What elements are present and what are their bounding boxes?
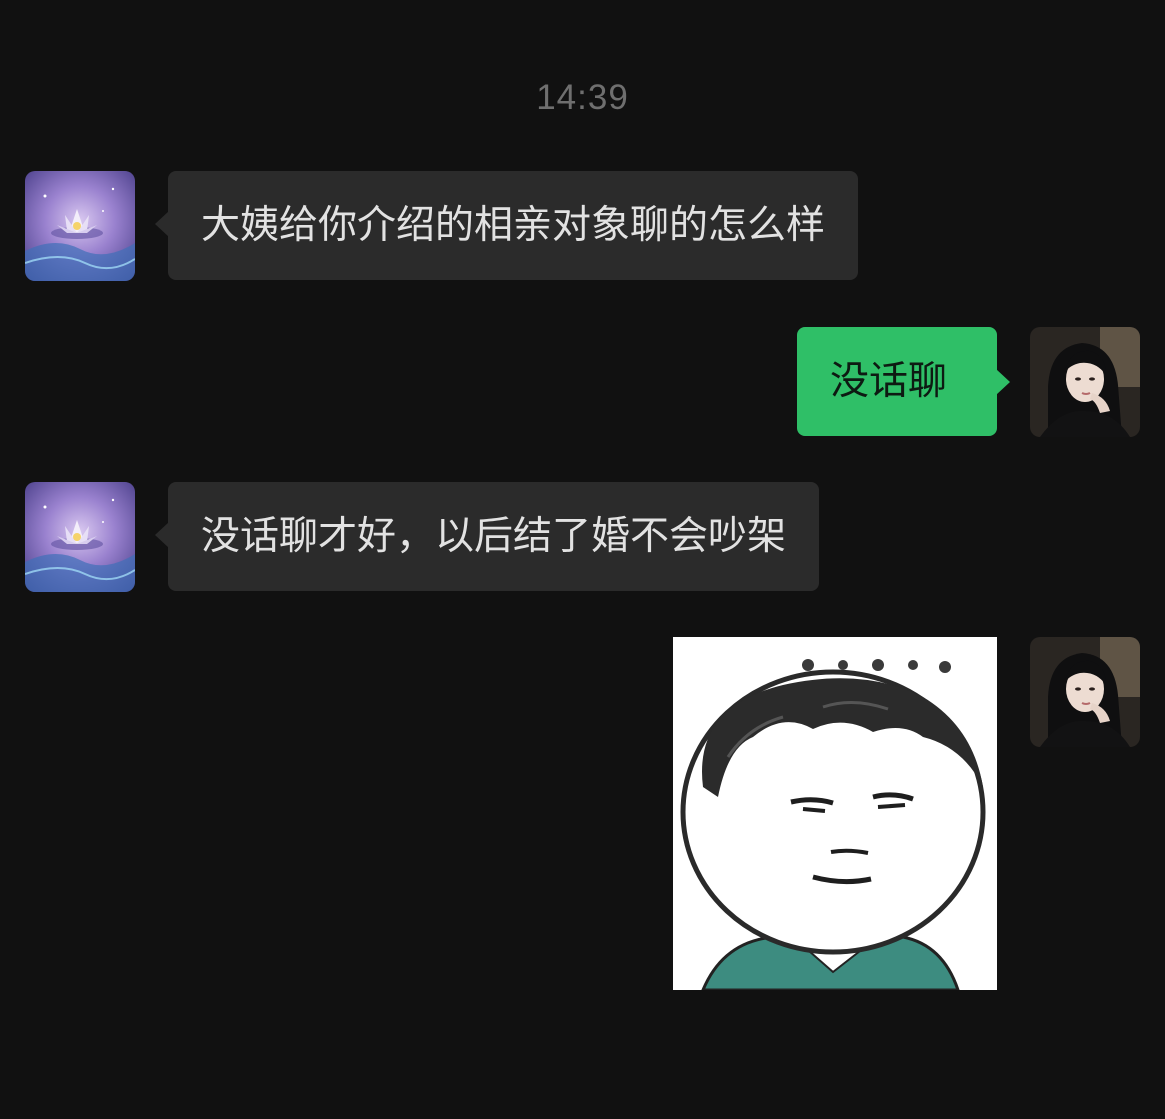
lotus-avatar-icon[interactable]: [25, 482, 135, 592]
girl-portrait-avatar-icon[interactable]: [1030, 637, 1140, 747]
incoming-message-bubble[interactable]: 大姨给你介绍的相亲对象聊的怎么样: [154, 171, 859, 280]
lotus-avatar-icon[interactable]: [25, 171, 135, 281]
message-timestamp: 14:39: [536, 78, 629, 117]
incoming-message-bubble[interactable]: 没话聊才好，以后结了婚不会吵架: [154, 482, 820, 591]
girl-portrait-avatar-icon[interactable]: [1030, 327, 1140, 437]
outgoing-message-bubble[interactable]: 没话聊: [797, 327, 1010, 436]
meme-face-sticker[interactable]: [673, 637, 997, 990]
